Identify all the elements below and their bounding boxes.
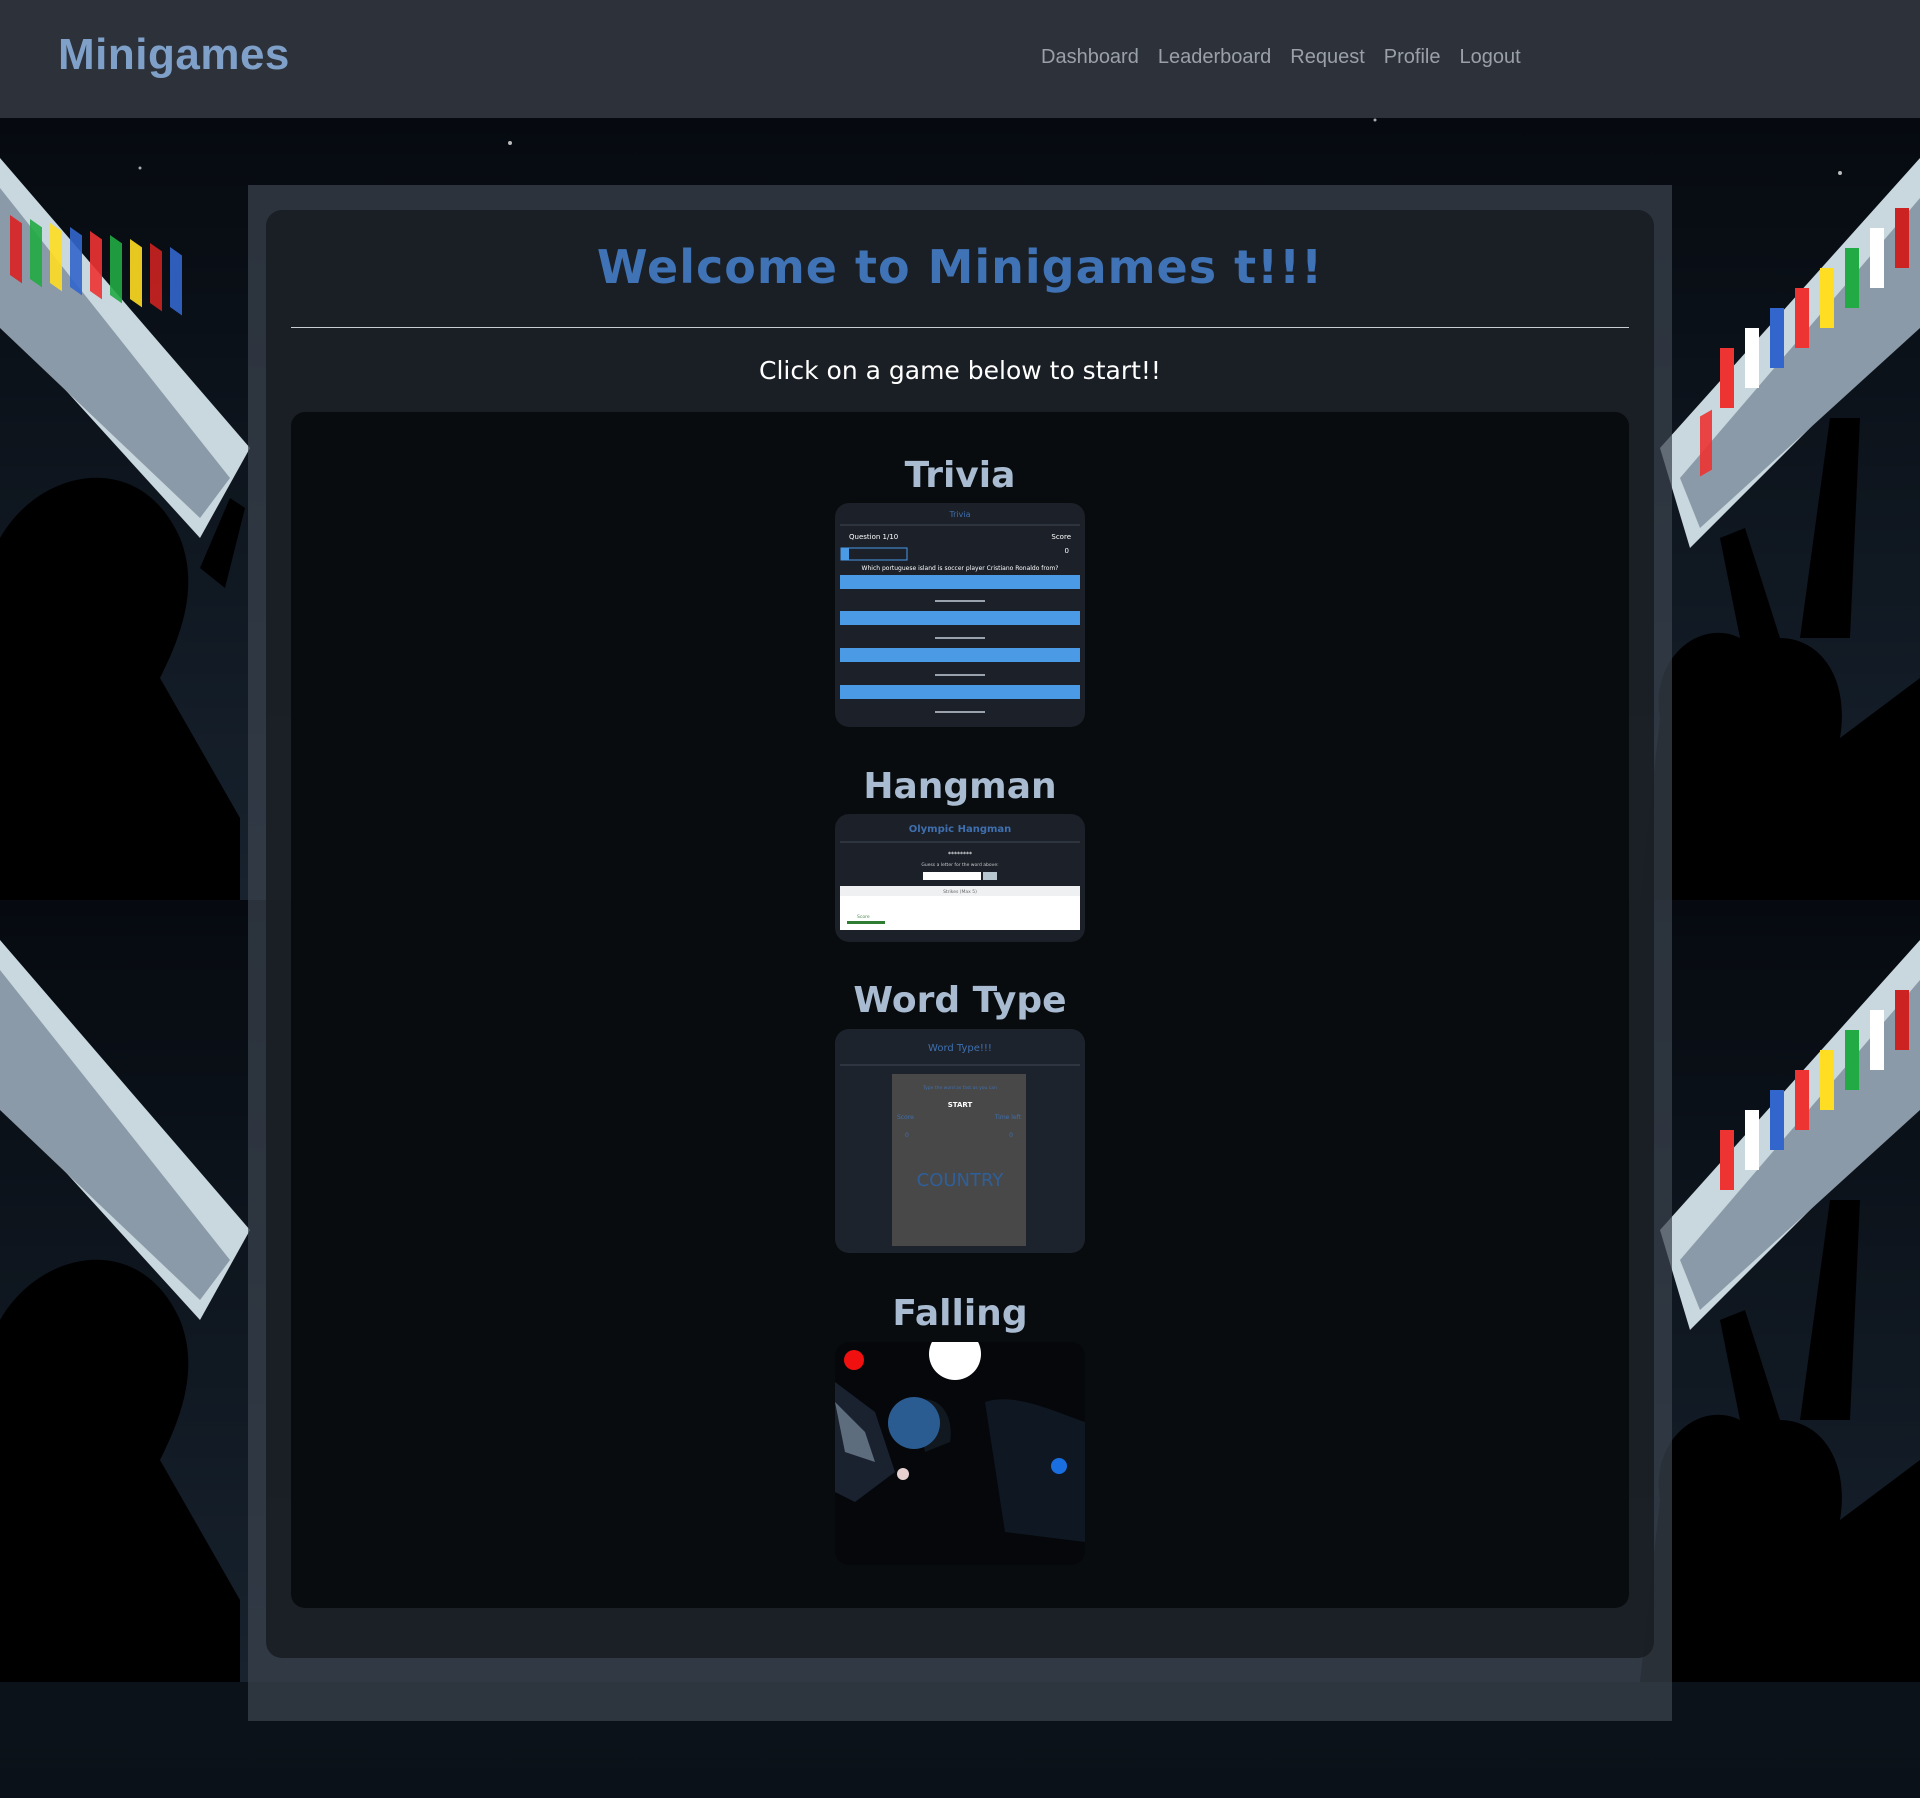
falling-red-ball <box>844 1350 864 1370</box>
word-type-preview-left-value: 0 <box>905 1132 909 1139</box>
nav-logout[interactable]: Logout <box>1459 46 1520 69</box>
game-thumbnail-trivia[interactable]: Trivia Question 1/10 Score 0 Which portu… <box>835 503 1085 727</box>
falling-pink-ball <box>897 1468 909 1480</box>
trivia-preview-question: Which portuguese island is soccer player… <box>862 565 1059 572</box>
hangman-preview-strikes: Strikes (Max 5) <box>943 889 977 895</box>
nav-links: Dashboard Leaderboard Request Profile Lo… <box>1041 46 1540 69</box>
game-thumbnail-hangman[interactable]: Olympic Hangman ******** Guess a letter … <box>835 814 1085 942</box>
trivia-preview-score-label: Score <box>1051 533 1071 541</box>
game-title-falling[interactable]: Falling <box>291 1293 1629 1334</box>
game-title-trivia[interactable]: Trivia <box>291 455 1629 496</box>
nav-dashboard[interactable]: Dashboard <box>1041 46 1139 69</box>
nav-leaderboard[interactable]: Leaderboard <box>1158 46 1271 69</box>
word-type-preview-start: START <box>948 1101 973 1109</box>
trivia-preview-heading: Trivia <box>948 510 970 519</box>
word-type-preview-word: COUNTRY <box>917 1170 1005 1191</box>
game-thumbnail-falling[interactable] <box>835 1342 1085 1565</box>
title-divider <box>291 327 1629 328</box>
word-type-preview-right-value: 0 <box>1009 1132 1013 1139</box>
hangman-preview-heading: Olympic Hangman <box>909 824 1012 835</box>
trivia-preview-question-label: Question 1/10 <box>849 533 898 541</box>
nav-request[interactable]: Request <box>1290 46 1365 69</box>
brand-logo[interactable]: Minigames <box>58 30 290 80</box>
word-type-preview-instruction: Type the word as fast as you can <box>922 1085 997 1091</box>
hangman-preview-word: ******** <box>948 851 972 858</box>
falling-blue-ball <box>888 1397 940 1449</box>
hangman-preview-score-label: Score <box>857 914 870 920</box>
falling-small-blue-ball <box>1051 1458 1067 1474</box>
hangman-preview-prompt: Guess a letter for the word above: <box>921 862 998 868</box>
word-type-preview-right-label: Time left <box>994 1114 1022 1121</box>
game-title-hangman[interactable]: Hangman <box>291 766 1629 807</box>
page-title: Welcome to Minigames t!!! <box>596 240 1324 294</box>
game-thumbnail-word-type[interactable]: Word Type!!! Type the word as fast as yo… <box>835 1029 1085 1253</box>
word-type-preview-left-label: Score <box>897 1114 914 1121</box>
nav-profile[interactable]: Profile <box>1384 46 1441 69</box>
game-title-word-type[interactable]: Word Type <box>291 980 1629 1021</box>
word-type-preview-heading: Word Type!!! <box>928 1043 992 1054</box>
trivia-preview-score-value: 0 <box>1065 547 1069 555</box>
navbar: Minigames Dashboard Leaderboard Request … <box>0 0 1920 118</box>
page-subtitle: Click on a game below to start!! <box>759 356 1161 385</box>
